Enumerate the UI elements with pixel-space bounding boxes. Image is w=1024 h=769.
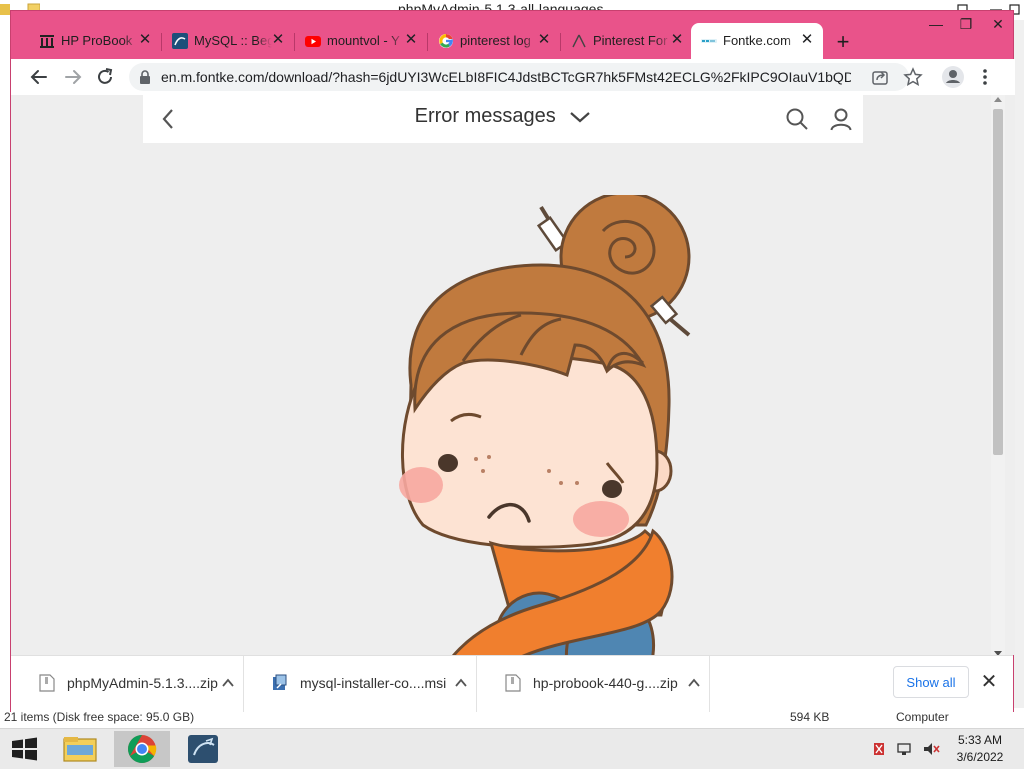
clock-time: 5:33 AM [957,733,1003,747]
share-icon[interactable] [871,68,889,86]
download-item[interactable]: mysql-installer-co....msi [244,656,477,712]
close-icon[interactable]: ✕ [536,32,552,48]
tab-strip: HP ProBook ✕ MySQL :: Beg ✕ mountvol - Y… [11,16,1015,63]
close-icon[interactable]: ✕ [979,672,999,692]
chevron-down-icon [570,111,591,123]
explorer-item-count: 21 items (Disk free space: 95.0 GB) [4,710,195,724]
search-icon[interactable] [785,107,809,131]
chevron-up-icon[interactable] [221,676,235,690]
tab-title: MySQL :: Beg [194,33,272,48]
installer-icon [273,674,287,690]
scrollbar-thumb[interactable] [993,109,1003,455]
clock-date: 3/6/2022 [956,750,1004,764]
file-explorer-icon[interactable] [52,731,108,767]
chrome-window: HP ProBook ✕ MySQL :: Beg ✕ mountvol - Y… [10,10,1015,712]
chevron-up-icon[interactable] [687,676,701,690]
page-viewport: Error messages [11,95,1015,655]
user-icon[interactable] [829,107,853,131]
page-scrollbar[interactable] [991,95,1005,659]
download-filename: hp-probook-440-g....zip [533,675,678,691]
youtube-icon [305,36,321,47]
tab-title: Pinterest For [593,33,668,48]
tab-fontke[interactable]: Fontke.com ✕ [691,23,823,59]
tab-pinterest-login[interactable]: pinterest log ✕ [428,23,560,59]
fontke-icon [701,39,717,43]
windows-start-icon[interactable] [2,731,46,767]
tab-title: pinterest log [460,33,531,48]
browser-toolbar: en.m.fontke.com/download/?hash=6jdUYI3Wc… [11,59,1015,95]
download-item[interactable]: hp-probook-440-g....zip [477,656,710,712]
bookmark-star-icon[interactable] [903,67,923,87]
triangle-icon [572,34,586,48]
tab-mysql[interactable]: MySQL :: Beg ✕ [162,23,294,59]
download-filename: mysql-installer-co....msi [300,675,447,691]
chevron-up-icon[interactable] [454,676,468,690]
minimize-button[interactable]: — [921,11,951,37]
lock-icon[interactable] [139,70,151,84]
tab-title: mountvol - Y [327,33,400,48]
close-window-button[interactable]: ✕ [983,11,1013,37]
mysql-dolphin-icon [172,33,188,49]
zip-file-icon [39,674,55,692]
window-controls: — ❐ ✕ [911,11,1015,37]
zip-file-icon [505,674,521,692]
tab-mountvol[interactable]: mountvol - Y ✕ [295,23,427,59]
scroll-up-arrow-icon[interactable] [994,97,1002,102]
page-header: Error messages [143,95,863,143]
close-icon[interactable]: ✕ [137,32,153,48]
profile-avatar-icon[interactable] [941,65,965,89]
restore-button[interactable]: ❐ [951,11,981,37]
google-icon [439,34,453,48]
library-icon [40,35,54,48]
forward-arrow-icon[interactable] [61,65,85,89]
taskbar: 5:33 AM 3/6/2022 [0,728,1024,769]
explorer-selected-size: 594 KB [790,710,830,724]
download-item[interactable]: phpMyAdmin-5.1.3....zip [11,656,244,712]
page-title[interactable]: Error messages [143,105,863,128]
taskbar-clock[interactable]: 5:33 AM 3/6/2022 [952,732,1008,766]
close-icon[interactable]: ✕ [270,32,286,48]
address-bar[interactable]: en.m.fontke.com/download/?hash=6jdUYI3Wc… [129,63,923,91]
page-title-text: Error messages [414,105,556,127]
reload-icon[interactable] [93,65,117,89]
tab-title: HP ProBook [61,33,133,48]
system-tray-icons[interactable] [868,739,948,759]
tab-title: Fontke.com [723,33,791,48]
tab-pinterest-for[interactable]: Pinterest For ✕ [561,23,693,59]
download-filename: phpMyAdmin-5.1.3....zip [67,675,218,691]
chrome-icon[interactable] [114,731,170,767]
kebab-menu-icon[interactable] [973,65,997,89]
mysql-workbench-icon[interactable] [176,731,232,767]
explorer-zone: Computer [896,710,949,724]
url-text[interactable]: en.m.fontke.com/download/?hash=6jdUYI3Wc… [161,69,851,85]
download-shelf: phpMyAdmin-5.1.3....zip mysql-installer-… [11,655,1013,712]
new-tab-button[interactable]: + [833,31,853,53]
show-all-button[interactable]: Show all [893,666,969,698]
close-icon[interactable]: ✕ [403,32,419,48]
back-arrow-icon[interactable] [27,65,51,89]
tab-hp-probook[interactable]: HP ProBook ✕ [29,23,161,59]
sad-girl-illustration [399,195,691,655]
close-icon[interactable]: ✕ [799,32,815,48]
close-icon[interactable]: ✕ [669,32,685,48]
